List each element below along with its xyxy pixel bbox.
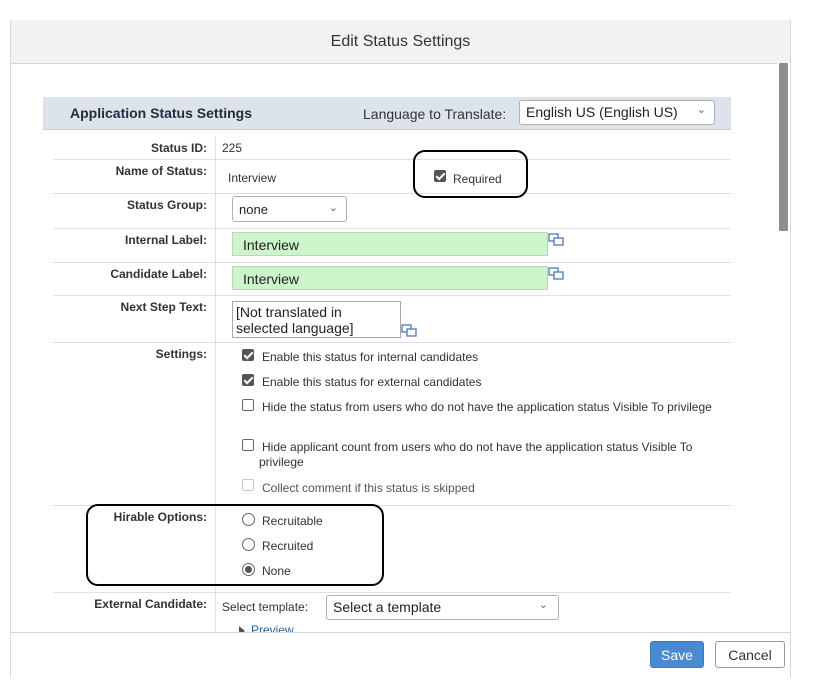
name-of-status-label: Name of Status: [53, 159, 216, 193]
status-group-label: Status Group: [53, 193, 216, 228]
row-status-id: Status ID: 225 [53, 137, 731, 160]
language-label: Language to Translate: [363, 106, 507, 122]
row-internal-label: Internal Label: Interview [53, 228, 731, 263]
status-group-select[interactable]: none ⌄ [232, 196, 347, 222]
setting-checkbox-hide-status[interactable] [242, 399, 254, 411]
cancel-button[interactable]: Cancel [715, 641, 785, 668]
name-of-status-value: Interview [228, 171, 277, 185]
translate-icon[interactable] [401, 324, 418, 338]
translate-icon[interactable] [548, 233, 565, 247]
internal-label-label: Internal Label: [53, 228, 216, 262]
annotation-required-highlight [413, 150, 528, 198]
setting-text-hide-count: Hide applicant count from users who do n… [259, 440, 693, 469]
setting-text-hide-status: Hide the status from users who do not ha… [262, 400, 712, 414]
chevron-down-icon: ⌄ [538, 599, 548, 611]
settings-label: Settings: [53, 342, 216, 505]
row-status-group: Status Group: none ⌄ [53, 193, 731, 229]
row-next-step-text: Next Step Text: [Not translated in selec… [53, 295, 731, 343]
setting-checkbox-hide-count[interactable] [242, 439, 254, 451]
scrollbar-thumb[interactable] [779, 63, 788, 231]
row-settings: Settings: Enable this status for interna… [53, 342, 731, 506]
status-id-value: 225 [222, 141, 243, 155]
status-group-value: none [239, 202, 268, 217]
select-template-label: Select template: [222, 600, 309, 614]
chevron-down-icon: ⌄ [328, 202, 338, 214]
section-header: Application Status Settings Language to … [43, 97, 731, 130]
setting-checkbox-internal[interactable] [242, 349, 254, 361]
setting-checkbox-collect-comment [242, 479, 254, 491]
dialog-title: Edit Status Settings [330, 32, 471, 50]
row-candidate-label: Candidate Label: Interview [53, 262, 731, 296]
chevron-down-icon: ⌄ [696, 104, 706, 116]
next-step-text-label: Next Step Text: [53, 295, 216, 342]
dialog-footer: Save Cancel [11, 632, 790, 678]
candidate-label-label: Candidate Label: [53, 262, 216, 295]
translate-icon[interactable] [548, 267, 565, 281]
template-select[interactable]: Select a template ⌄ [326, 595, 559, 620]
candidate-label-input[interactable]: Interview [232, 266, 548, 290]
template-select-value: Select a template [333, 599, 442, 615]
status-id-label: Status ID: [53, 137, 216, 159]
language-select-value: English US (English US) [526, 104, 678, 120]
row-external-candidate: External Candidate: Select template: Sel… [53, 592, 731, 637]
save-button[interactable]: Save [650, 641, 704, 668]
external-candidate-label: External Candidate: [53, 592, 216, 632]
internal-label-input[interactable]: Interview [232, 232, 548, 256]
dialog-header: Edit Status Settings [11, 20, 790, 64]
setting-text-collect-comment: Collect comment if this status is skippe… [262, 481, 475, 495]
scrollbar[interactable] [777, 63, 790, 629]
setting-text-external: Enable this status for external candidat… [262, 375, 482, 389]
next-step-text-input[interactable]: [Not translated in selected language] [232, 301, 401, 338]
annotation-hirable-highlight [86, 504, 384, 586]
edit-status-dialog: Edit Status Settings Application Status … [10, 20, 791, 678]
setting-checkbox-external[interactable] [242, 374, 254, 386]
section-title: Application Status Settings [70, 105, 253, 121]
language-select[interactable]: English US (English US) ⌄ [519, 100, 715, 125]
row-name-of-status: Name of Status: Interview Required [53, 159, 731, 194]
setting-text-internal: Enable this status for internal candidat… [262, 350, 479, 364]
